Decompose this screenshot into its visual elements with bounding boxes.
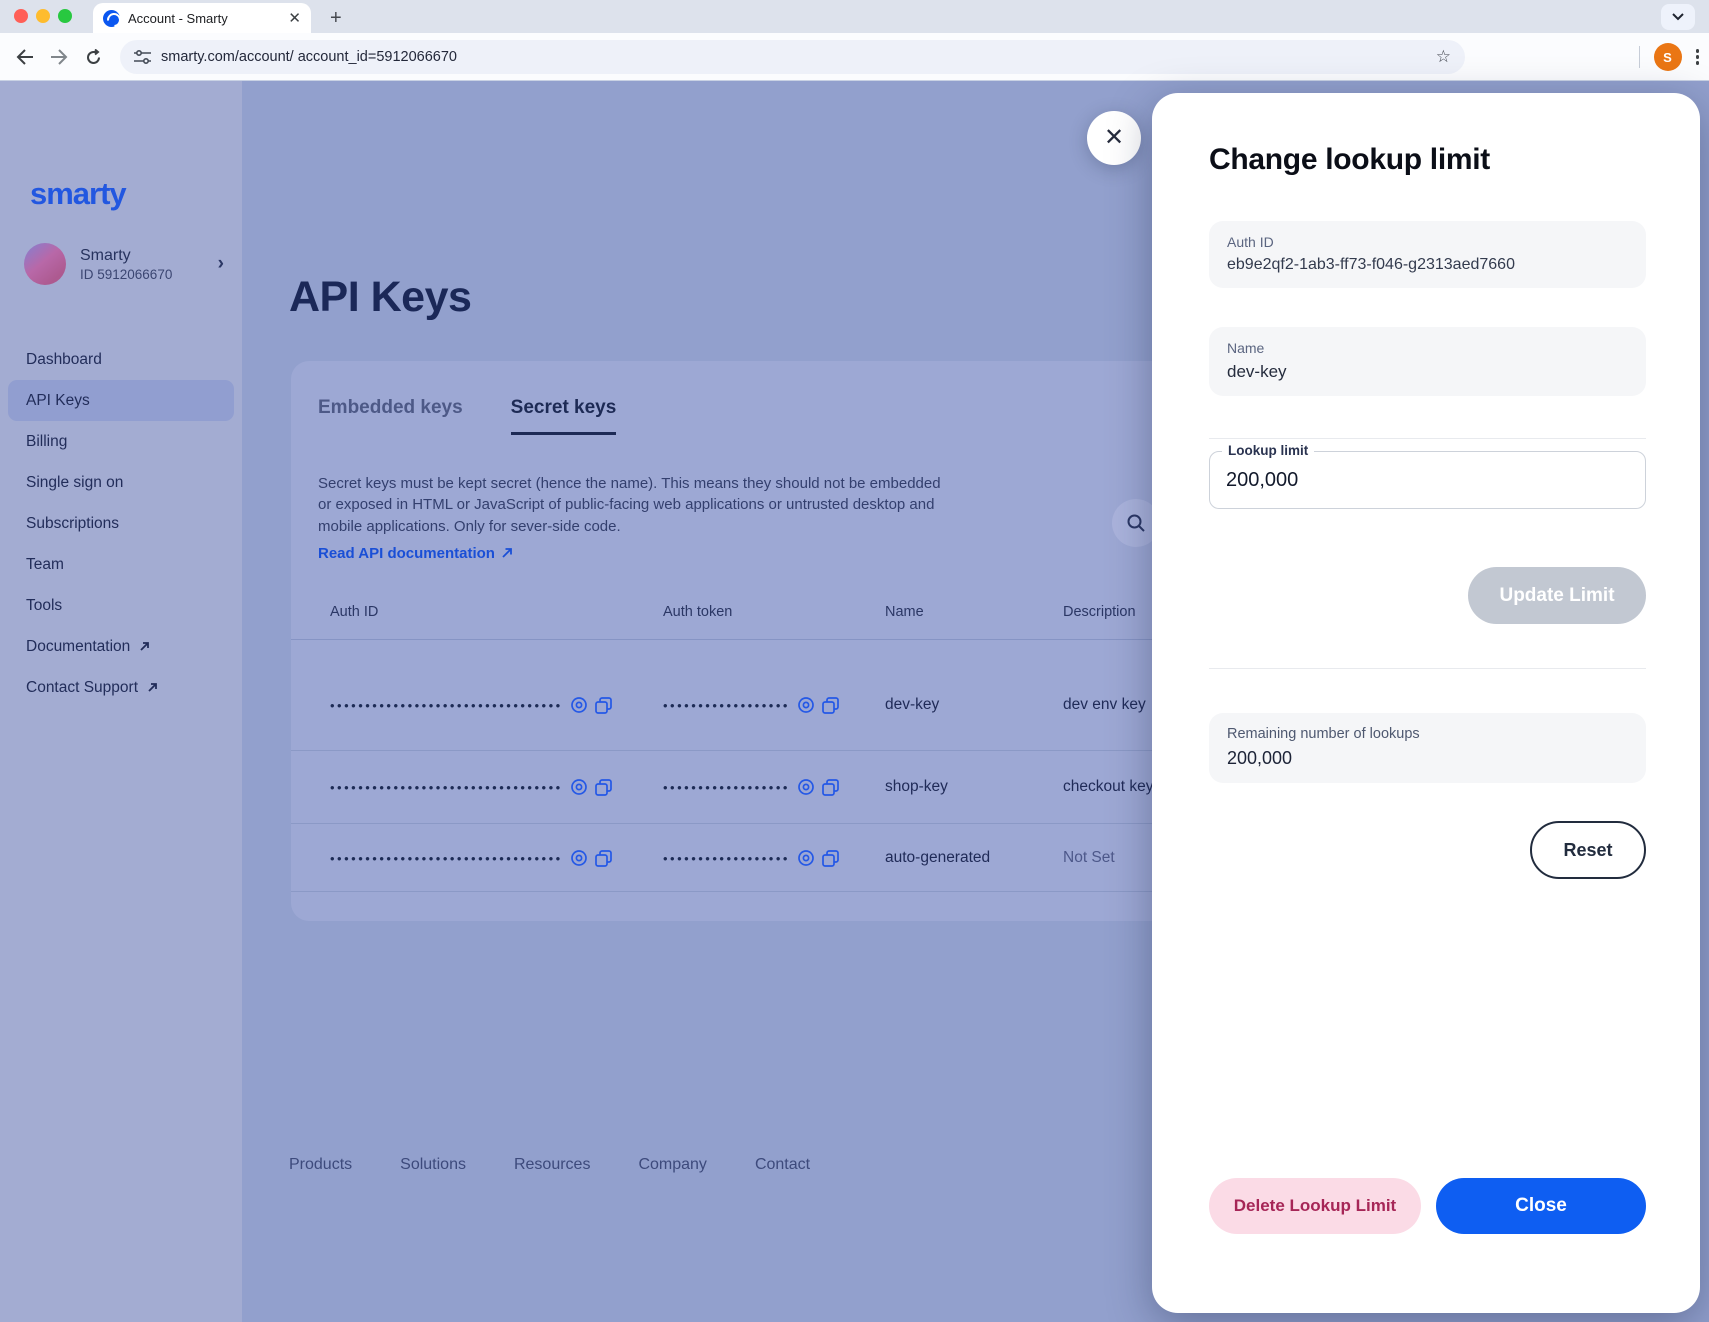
reset-button[interactable]: Reset: [1530, 821, 1646, 879]
sidebar-item-api-keys[interactable]: API Keys: [8, 380, 234, 421]
browser-toolbar: smarty.com/account/ account_id=591206667…: [0, 33, 1709, 81]
key-name: shop-key: [885, 778, 1063, 796]
account-id: ID 5912066670: [80, 267, 172, 282]
sidebar-item-subscriptions[interactable]: Subscriptions: [0, 503, 242, 544]
masked-auth-id: •••••••••••••••••••••••••••••••••: [330, 851, 563, 866]
browser-profile-avatar[interactable]: S: [1654, 43, 1682, 71]
sidebar-item-contact-support[interactable]: Contact Support: [0, 667, 242, 708]
footer-link-company[interactable]: Company: [638, 1156, 706, 1174]
chevron-right-icon: ›: [218, 253, 224, 275]
browser-tab-strip: Account - Smarty ✕ +: [0, 0, 1709, 33]
masked-auth-token: ••••••••••••••••••: [663, 851, 790, 866]
new-tab-button[interactable]: +: [330, 4, 342, 32]
lookup-limit-value[interactable]: 200,000: [1226, 469, 1298, 492]
show-auth-token-icon[interactable]: [797, 696, 815, 714]
auth-id-field: Auth ID eb9e2qf2-1ab3-ff73-f046-g2313aed…: [1209, 221, 1646, 288]
site-info-icon[interactable]: [134, 50, 151, 65]
page-title: API Keys: [289, 273, 471, 322]
maximize-window-button[interactable]: [58, 9, 72, 23]
smarty-logo[interactable]: smarty: [30, 176, 126, 212]
reload-button[interactable]: [80, 44, 106, 70]
show-auth-token-icon[interactable]: [797, 778, 815, 796]
divider: [1209, 438, 1646, 439]
sidebar-item-team[interactable]: Team: [0, 544, 242, 585]
update-limit-button[interactable]: Update Limit: [1468, 567, 1646, 624]
auth-id-label: Auth ID: [1227, 234, 1628, 250]
copy-auth-id-icon[interactable]: [595, 850, 612, 867]
auth-id-value: eb9e2qf2-1ab3-ff73-f046-g2313aed7660: [1227, 256, 1628, 274]
copy-auth-token-icon[interactable]: [822, 779, 839, 796]
masked-auth-token: ••••••••••••••••••: [663, 698, 790, 713]
name-value: dev-key: [1227, 362, 1628, 382]
modal-close-button[interactable]: ✕: [1087, 111, 1141, 165]
remaining-lookups-value: 200,000: [1227, 748, 1628, 769]
show-auth-id-icon[interactable]: [570, 696, 588, 714]
chevron-down-icon: [1672, 13, 1684, 21]
external-link-icon: [147, 682, 158, 693]
account-switcher[interactable]: Smarty ID 5912066670 ›: [24, 241, 224, 287]
sidebar-nav: Dashboard API Keys Billing Single sign o…: [0, 339, 242, 708]
copy-auth-token-icon[interactable]: [822, 850, 839, 867]
delete-lookup-limit-button[interactable]: Delete Lookup Limit: [1209, 1178, 1421, 1234]
url-bar[interactable]: smarty.com/account/ account_id=591206667…: [120, 40, 1465, 74]
show-auth-token-icon[interactable]: [797, 849, 815, 867]
masked-auth-id: •••••••••••••••••••••••••••••••••: [330, 698, 563, 713]
close-window-button[interactable]: [14, 9, 28, 23]
sidebar-item-billing[interactable]: Billing: [0, 421, 242, 462]
close-icon: ✕: [1104, 126, 1124, 150]
toolbar-divider: [1639, 46, 1640, 68]
footer-link-resources[interactable]: Resources: [514, 1156, 590, 1174]
modal-title: Change lookup limit: [1209, 143, 1646, 177]
name-field: Name dev-key: [1209, 327, 1646, 396]
search-icon: [1126, 513, 1146, 533]
remaining-lookups-field: Remaining number of lookups 200,000: [1209, 713, 1646, 783]
browser-tab[interactable]: Account - Smarty ✕: [93, 3, 311, 33]
minimize-window-button[interactable]: [36, 9, 50, 23]
sidebar-item-documentation[interactable]: Documentation: [0, 626, 242, 667]
bookmark-star-icon[interactable]: ☆: [1436, 47, 1451, 67]
key-name: dev-key: [885, 696, 1063, 714]
footer-nav: Products Solutions Resources Company Con…: [289, 1156, 810, 1174]
tab-close-icon[interactable]: ✕: [288, 11, 301, 26]
back-button[interactable]: [12, 44, 38, 70]
account-name: Smarty: [80, 247, 172, 265]
browser-menu-icon[interactable]: [1696, 49, 1700, 65]
col-auth-token: Auth token: [663, 604, 885, 620]
masked-auth-token: ••••••••••••••••••: [663, 780, 790, 795]
show-auth-id-icon[interactable]: [570, 778, 588, 796]
tab-embedded-keys[interactable]: Embedded keys: [318, 397, 463, 435]
sidebar: smarty Smarty ID 5912066670 › Dashboard …: [0, 81, 242, 1322]
copy-auth-id-icon[interactable]: [595, 697, 612, 714]
external-link-icon: [139, 641, 150, 652]
sidebar-item-single-sign-on[interactable]: Single sign on: [0, 462, 242, 503]
tab-secret-keys[interactable]: Secret keys: [511, 397, 617, 435]
change-lookup-limit-panel: Change lookup limit Auth ID eb9e2qf2-1ab…: [1152, 93, 1700, 1313]
divider: [1209, 668, 1646, 669]
remaining-lookups-label: Remaining number of lookups: [1227, 726, 1628, 742]
lookup-limit-input[interactable]: Lookup limit 200,000: [1209, 451, 1646, 509]
footer-link-contact[interactable]: Contact: [755, 1156, 810, 1174]
name-label: Name: [1227, 340, 1628, 356]
show-auth-id-icon[interactable]: [570, 849, 588, 867]
close-button[interactable]: Close: [1436, 1178, 1646, 1234]
copy-auth-token-icon[interactable]: [822, 697, 839, 714]
tab-title: Account - Smarty: [128, 11, 280, 26]
lookup-limit-label: Lookup limit: [1222, 443, 1314, 458]
masked-auth-id: •••••••••••••••••••••••••••••••••: [330, 780, 563, 795]
key-name: auto-generated: [885, 849, 1063, 867]
account-avatar: [24, 243, 66, 285]
sidebar-item-tools[interactable]: Tools: [0, 585, 242, 626]
copy-auth-id-icon[interactable]: [595, 779, 612, 796]
col-name: Name: [885, 604, 1063, 620]
footer-link-solutions[interactable]: Solutions: [400, 1156, 466, 1174]
col-auth-id: Auth ID: [330, 604, 663, 620]
external-link-icon: [501, 547, 513, 559]
url-text[interactable]: smarty.com/account/ account_id=591206667…: [161, 49, 1426, 65]
forward-button[interactable]: [46, 44, 72, 70]
tab-search-button[interactable]: [1661, 4, 1695, 30]
footer-link-products[interactable]: Products: [289, 1156, 352, 1174]
smarty-favicon: [103, 10, 120, 27]
sidebar-item-dashboard[interactable]: Dashboard: [0, 339, 242, 380]
